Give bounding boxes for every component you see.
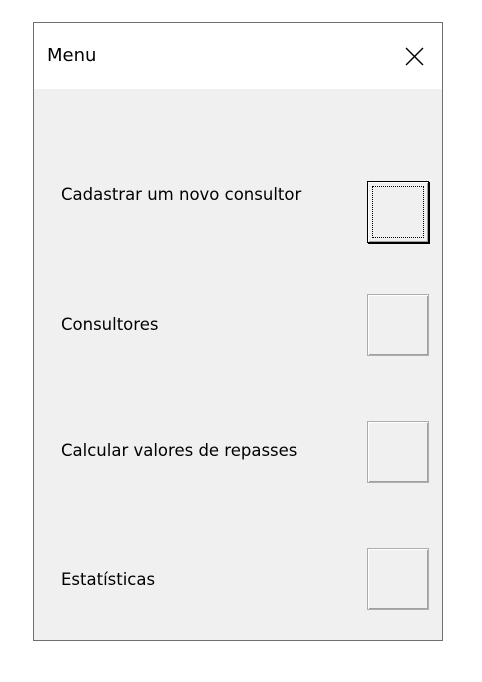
calcular-repasses-label: Calcular valores de repasses	[61, 441, 298, 460]
title-bar[interactable]: Menu	[34, 23, 442, 89]
cadastrar-consultor-button[interactable]	[367, 181, 429, 243]
consultores-button[interactable]	[367, 294, 429, 356]
focus-indicator	[372, 186, 424, 238]
calcular-repasses-button[interactable]	[367, 421, 429, 483]
estatisticas-label: Estatísticas	[61, 570, 156, 589]
estatisticas-button[interactable]	[367, 548, 429, 610]
menu-window: Menu Cadastrar um novo consultor Consult…	[33, 22, 443, 641]
cadastrar-label: Cadastrar um novo consultor	[61, 185, 302, 204]
window-title: Menu	[47, 45, 97, 66]
consultores-label: Consultores	[61, 315, 159, 334]
close-icon	[405, 47, 423, 65]
close-button[interactable]	[386, 23, 442, 89]
